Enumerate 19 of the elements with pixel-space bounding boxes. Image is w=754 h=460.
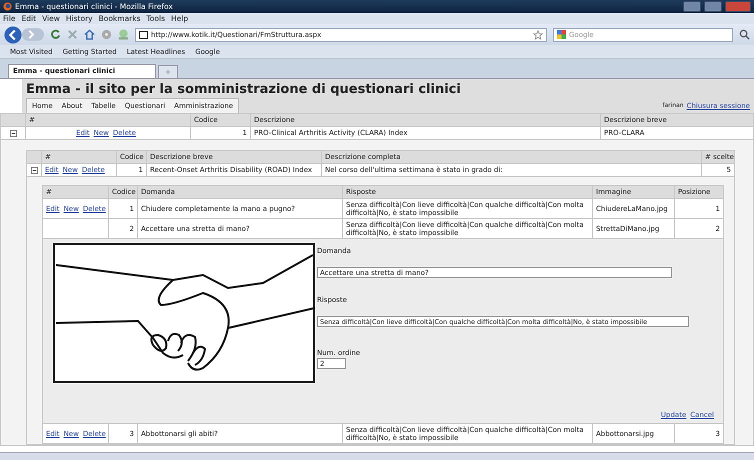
- new-tab-button[interactable]: [158, 65, 178, 78]
- search-engine-icon[interactable]: [557, 30, 566, 39]
- download-icon[interactable]: [118, 29, 129, 40]
- page-title: Emma - il sito per la somministrazione di questionari clinici: [26, 82, 462, 98]
- collapse-toggle-icon[interactable]: [10, 130, 16, 137]
- close-button[interactable]: [725, 1, 751, 12]
- search-icon[interactable]: [739, 29, 750, 40]
- maximize-button[interactable]: [704, 1, 722, 12]
- home-icon[interactable]: [84, 29, 95, 40]
- star-icon[interactable]: [533, 30, 543, 40]
- back-icon[interactable]: [4, 26, 22, 44]
- browser-logo-icon: [3, 2, 12, 11]
- minimize-button[interactable]: [683, 1, 701, 12]
- plus-icon: [165, 69, 171, 75]
- stop-icon[interactable]: [67, 29, 78, 40]
- collapse-toggle-icon[interactable]: [30, 166, 38, 174]
- reload-icon[interactable]: [50, 29, 61, 40]
- disc-icon[interactable]: [101, 29, 112, 40]
- site-icon: [139, 30, 148, 38]
